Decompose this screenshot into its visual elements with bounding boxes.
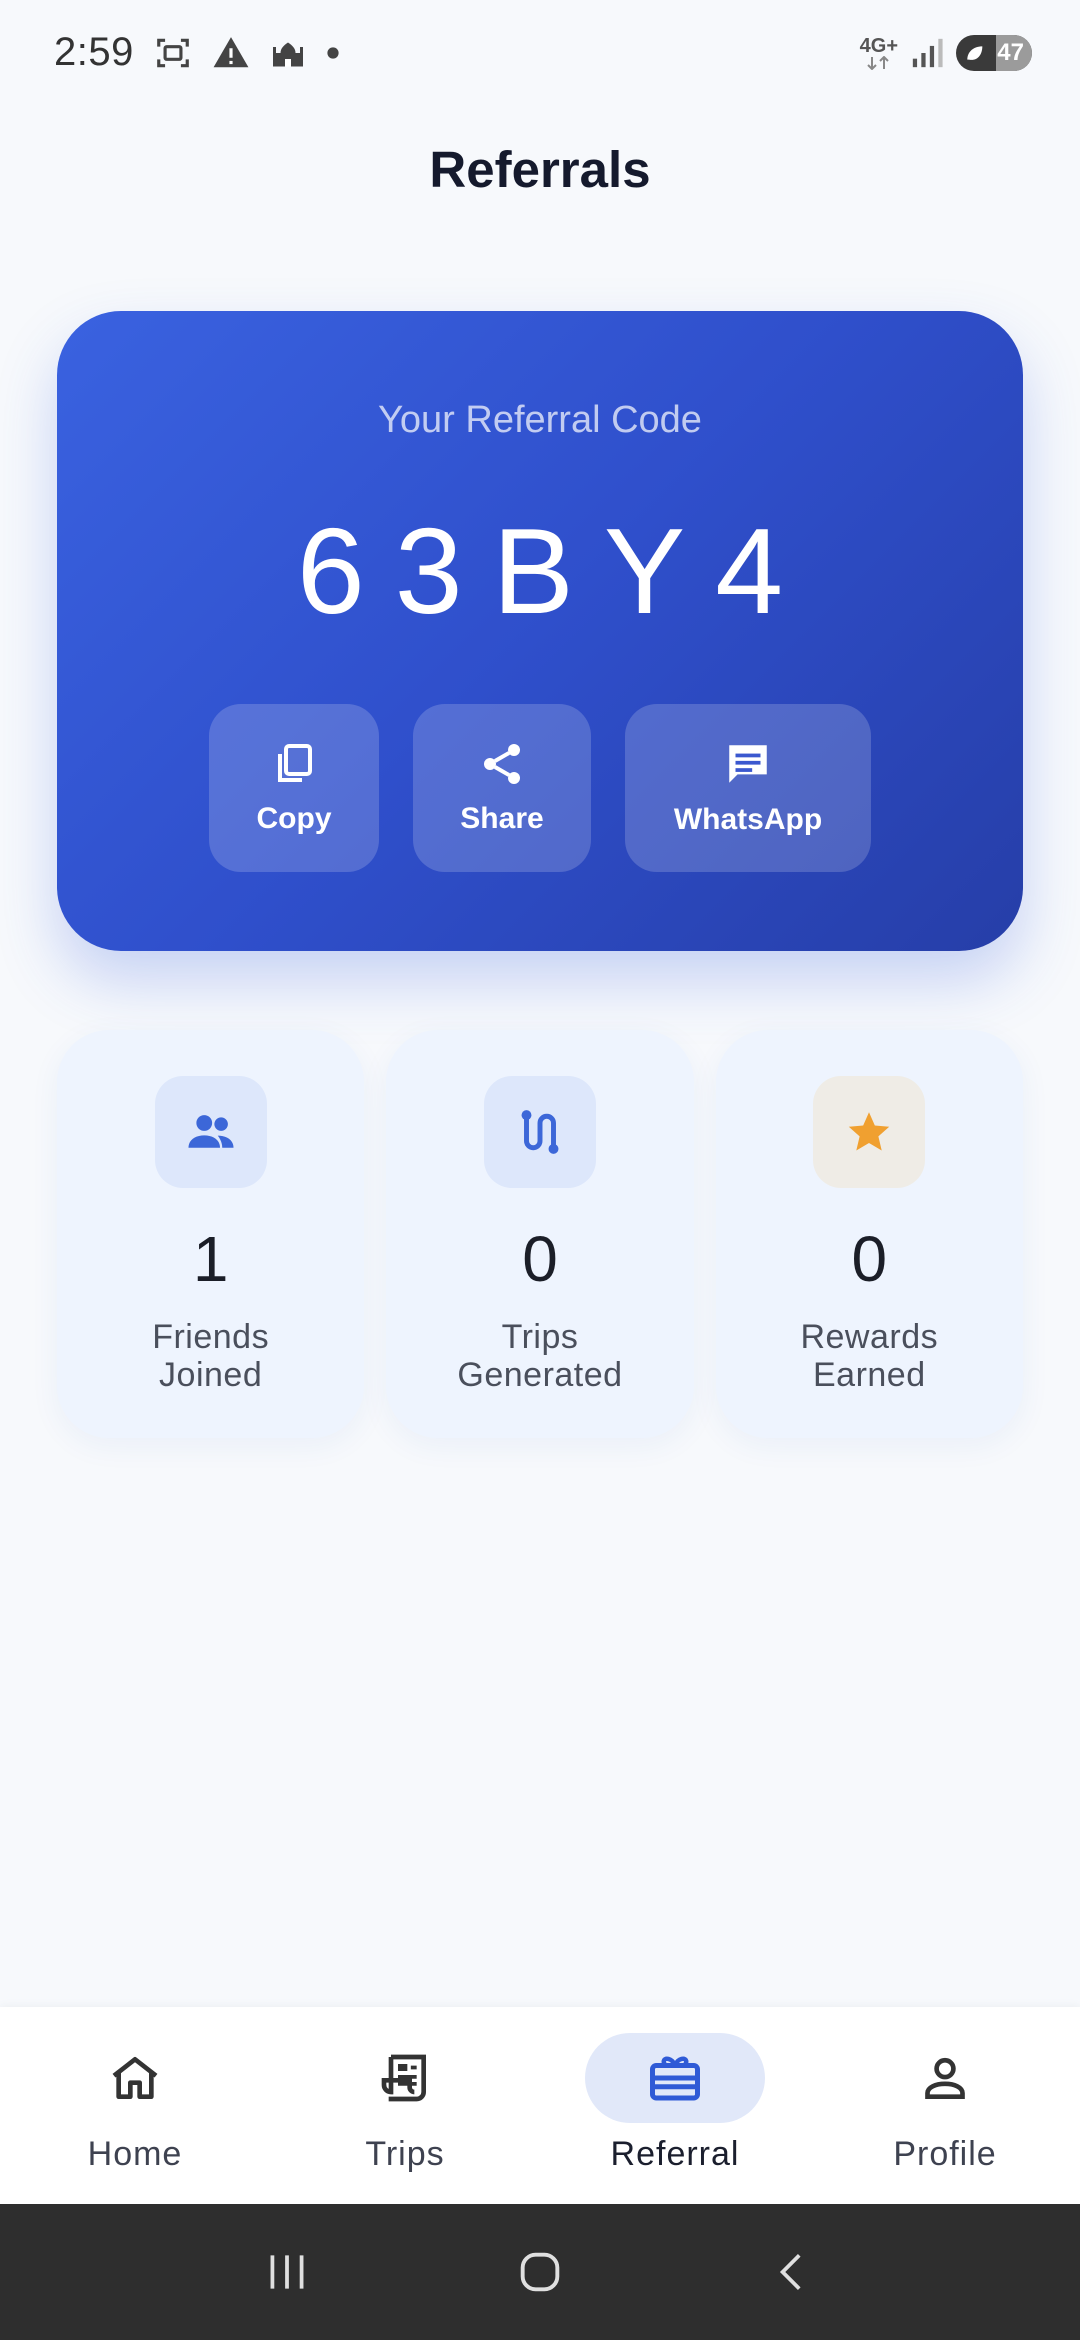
receipt-icon — [381, 2054, 426, 2102]
copy-icon — [278, 744, 312, 782]
nav-item-trips[interactable]: Trips — [270, 2007, 540, 2204]
warning-icon — [212, 34, 250, 72]
stat-card-rewards: 0 Rewards Earned — [715, 1030, 1023, 1438]
whatsapp-button[interactable]: WhatsApp — [625, 704, 871, 872]
referral-code-label: Your Referral Code — [378, 399, 702, 441]
stat-card-friends: 1 Friends Joined — [57, 1030, 365, 1438]
route-icon — [521, 1110, 559, 1154]
notification-dot-icon — [326, 46, 340, 60]
stat-value: 0 — [851, 1223, 888, 1295]
status-bar: 2:59 4G+ 47 — [0, 0, 1080, 105]
copy-button[interactable]: Copy — [209, 704, 379, 872]
network-type: 4G+ — [859, 34, 898, 57]
copy-label: Copy — [256, 802, 332, 835]
nav-icon-container — [855, 2033, 1035, 2123]
status-left: 2:59 — [54, 30, 340, 75]
stat-label: Trips Generated — [457, 1318, 623, 1394]
status-right: 4G+ 47 — [860, 34, 1032, 71]
stat-icon-box — [813, 1076, 926, 1188]
system-nav-bar — [0, 2204, 1080, 2340]
battery-indicator: 47 — [956, 34, 1032, 71]
share-label: Share — [460, 802, 544, 835]
people-icon — [188, 1115, 234, 1148]
nav-icon-container — [45, 2033, 225, 2123]
stat-icon-box — [154, 1076, 267, 1188]
stat-label: Rewards Earned — [800, 1318, 939, 1394]
screenshot-icon — [154, 34, 192, 72]
battery-level: 47 — [997, 38, 1024, 66]
person-icon — [925, 2057, 965, 2099]
nav-icon-container — [315, 2033, 495, 2123]
referral-stats: 1 Friends Joined 0 Trips Generated 0 Rew… — [57, 1030, 1023, 1438]
message-icon — [729, 745, 767, 783]
back-icon — [780, 2254, 801, 2290]
gift-card-icon — [650, 2056, 700, 2101]
share-button[interactable]: Share — [413, 704, 591, 872]
nav-label: Profile — [893, 2135, 997, 2173]
recents-icon — [270, 2255, 304, 2289]
page-title: Referrals — [429, 141, 651, 198]
mosque-icon — [270, 34, 306, 72]
nav-label: Trips — [365, 2135, 445, 2173]
referral-card: Your Referral Code 63BY4 Copy Share What… — [57, 311, 1023, 951]
back-button[interactable] — [753, 2232, 833, 2312]
star-icon — [849, 1112, 890, 1151]
home-icon — [112, 2057, 158, 2099]
network-indicator: 4G+ — [860, 36, 898, 70]
whatsapp-label: WhatsApp — [673, 803, 823, 836]
bottom-nav: Home Trips Referral Profile — [0, 2007, 1080, 2204]
nav-icon-container — [585, 2033, 765, 2123]
nav-label: Referral — [610, 2135, 740, 2173]
home-system-button[interactable] — [500, 2232, 580, 2312]
stat-value: 0 — [522, 1223, 558, 1295]
referral-code: 63BY4 — [296, 503, 814, 639]
data-arrows-icon — [867, 55, 889, 70]
nav-item-home[interactable]: Home — [0, 2007, 270, 2204]
status-time: 2:59 — [54, 30, 134, 74]
nav-item-profile[interactable]: Profile — [810, 2007, 1080, 2204]
home-circle-icon — [520, 2252, 560, 2292]
stat-icon-box — [483, 1076, 596, 1188]
share-icon — [484, 744, 520, 784]
recents-button[interactable] — [247, 2232, 327, 2312]
nav-label: Home — [87, 2135, 183, 2173]
stat-label: Friends Joined — [152, 1318, 270, 1394]
signal-icon — [910, 36, 944, 70]
stat-value: 1 — [192, 1223, 229, 1295]
stat-card-trips: 0 Trips Generated — [386, 1030, 694, 1438]
referral-actions: Copy Share WhatsApp — [57, 704, 1023, 872]
nav-item-referral[interactable]: Referral — [540, 2007, 810, 2204]
